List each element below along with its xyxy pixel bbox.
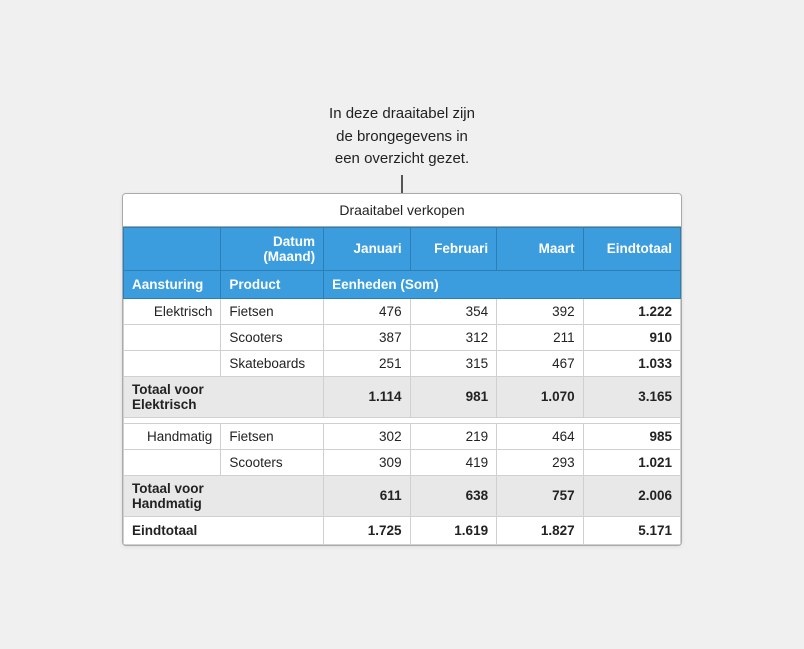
- table-row: Elektrisch Fietsen 476 354 392 1.222: [124, 298, 681, 324]
- subtotal-feb: 981: [410, 376, 497, 417]
- cell-jan: 251: [324, 350, 411, 376]
- subtotal-maart: 757: [497, 475, 584, 516]
- cell-maart: 464: [497, 423, 584, 449]
- header-spacer-2: Datum (Maand): [221, 227, 324, 270]
- subtotal-jan: 611: [324, 475, 411, 516]
- cell-aansturing: Elektrisch: [124, 298, 221, 324]
- cell-feb: 354: [410, 298, 497, 324]
- subtotal-handmatig: Totaal voorHandmatig 611 638 757 2.006: [124, 475, 681, 516]
- callout-area: In deze draaitabel zijn de brongegevens …: [329, 103, 475, 193]
- header-spacer-1: [124, 227, 221, 270]
- cell-eindtotaal: 985: [583, 423, 680, 449]
- header-row-1: Datum (Maand) Januari Februari Maart Ein…: [124, 227, 681, 270]
- cell-maart: 211: [497, 324, 584, 350]
- subtotal-eindtotaal: 2.006: [583, 475, 680, 516]
- subtotal-feb: 638: [410, 475, 497, 516]
- subtotal-eindtotaal: 3.165: [583, 376, 680, 417]
- cell-product: Fietsen: [221, 298, 324, 324]
- header-januari: Januari: [324, 227, 411, 270]
- header-februari: Februari: [410, 227, 497, 270]
- header-maart: Maart: [497, 227, 584, 270]
- cell-product: Scooters: [221, 324, 324, 350]
- callout-line: [401, 175, 403, 193]
- subtotal-jan: 1.114: [324, 376, 411, 417]
- cell-feb: 219: [410, 423, 497, 449]
- cell-jan: 476: [324, 298, 411, 324]
- table-row: Scooters 387 312 211 910: [124, 324, 681, 350]
- cell-aansturing: [124, 350, 221, 376]
- cell-aansturing: [124, 324, 221, 350]
- grand-total-maart: 1.827: [497, 516, 584, 544]
- cell-aansturing: [124, 449, 221, 475]
- cell-maart: 293: [497, 449, 584, 475]
- cell-product: Skateboards: [221, 350, 324, 376]
- cell-maart: 467: [497, 350, 584, 376]
- cell-eindtotaal: 1.033: [583, 350, 680, 376]
- grand-total-label: Eindtotaal: [124, 516, 324, 544]
- cell-eindtotaal: 1.021: [583, 449, 680, 475]
- grand-total-row: Eindtotaal 1.725 1.619 1.827 5.171: [124, 516, 681, 544]
- header-row-2: Aansturing Product Eenheden (Som): [124, 270, 681, 298]
- grand-total-feb: 1.619: [410, 516, 497, 544]
- callout-text: In deze draaitabel zijn de brongegevens …: [329, 103, 475, 171]
- cell-feb: 419: [410, 449, 497, 475]
- subtotal-maart: 1.070: [497, 376, 584, 417]
- grand-total-jan: 1.725: [324, 516, 411, 544]
- header-eindtotaal: Eindtotaal: [583, 227, 680, 270]
- table-title: Draaitabel verkopen: [123, 194, 681, 227]
- cell-eindtotaal: 1.222: [583, 298, 680, 324]
- cell-jan: 309: [324, 449, 411, 475]
- subtotal-label: Totaal voorHandmatig: [124, 475, 324, 516]
- data-table: Datum (Maand) Januari Februari Maart Ein…: [123, 227, 681, 545]
- header-product: Product: [221, 270, 324, 298]
- subtotal-elektrisch: Totaal voorElektrisch 1.114 981 1.070 3.…: [124, 376, 681, 417]
- grand-total-eindtotaal: 5.171: [583, 516, 680, 544]
- cell-aansturing: Handmatig: [124, 423, 221, 449]
- header-aansturing: Aansturing: [124, 270, 221, 298]
- cell-jan: 387: [324, 324, 411, 350]
- cell-maart: 392: [497, 298, 584, 324]
- table-row: Skateboards 251 315 467 1.033: [124, 350, 681, 376]
- table-row: Scooters 309 419 293 1.021: [124, 449, 681, 475]
- pivot-table: Draaitabel verkopen Datum (Maand) Januar…: [122, 193, 682, 546]
- table-row: Handmatig Fietsen 302 219 464 985: [124, 423, 681, 449]
- cell-feb: 312: [410, 324, 497, 350]
- cell-product: Scooters: [221, 449, 324, 475]
- subtotal-label: Totaal voorElektrisch: [124, 376, 324, 417]
- cell-eindtotaal: 910: [583, 324, 680, 350]
- cell-jan: 302: [324, 423, 411, 449]
- cell-feb: 315: [410, 350, 497, 376]
- header-eenheden: Eenheden (Som): [324, 270, 681, 298]
- cell-product: Fietsen: [221, 423, 324, 449]
- page-container: In deze draaitabel zijn de brongegevens …: [20, 103, 784, 546]
